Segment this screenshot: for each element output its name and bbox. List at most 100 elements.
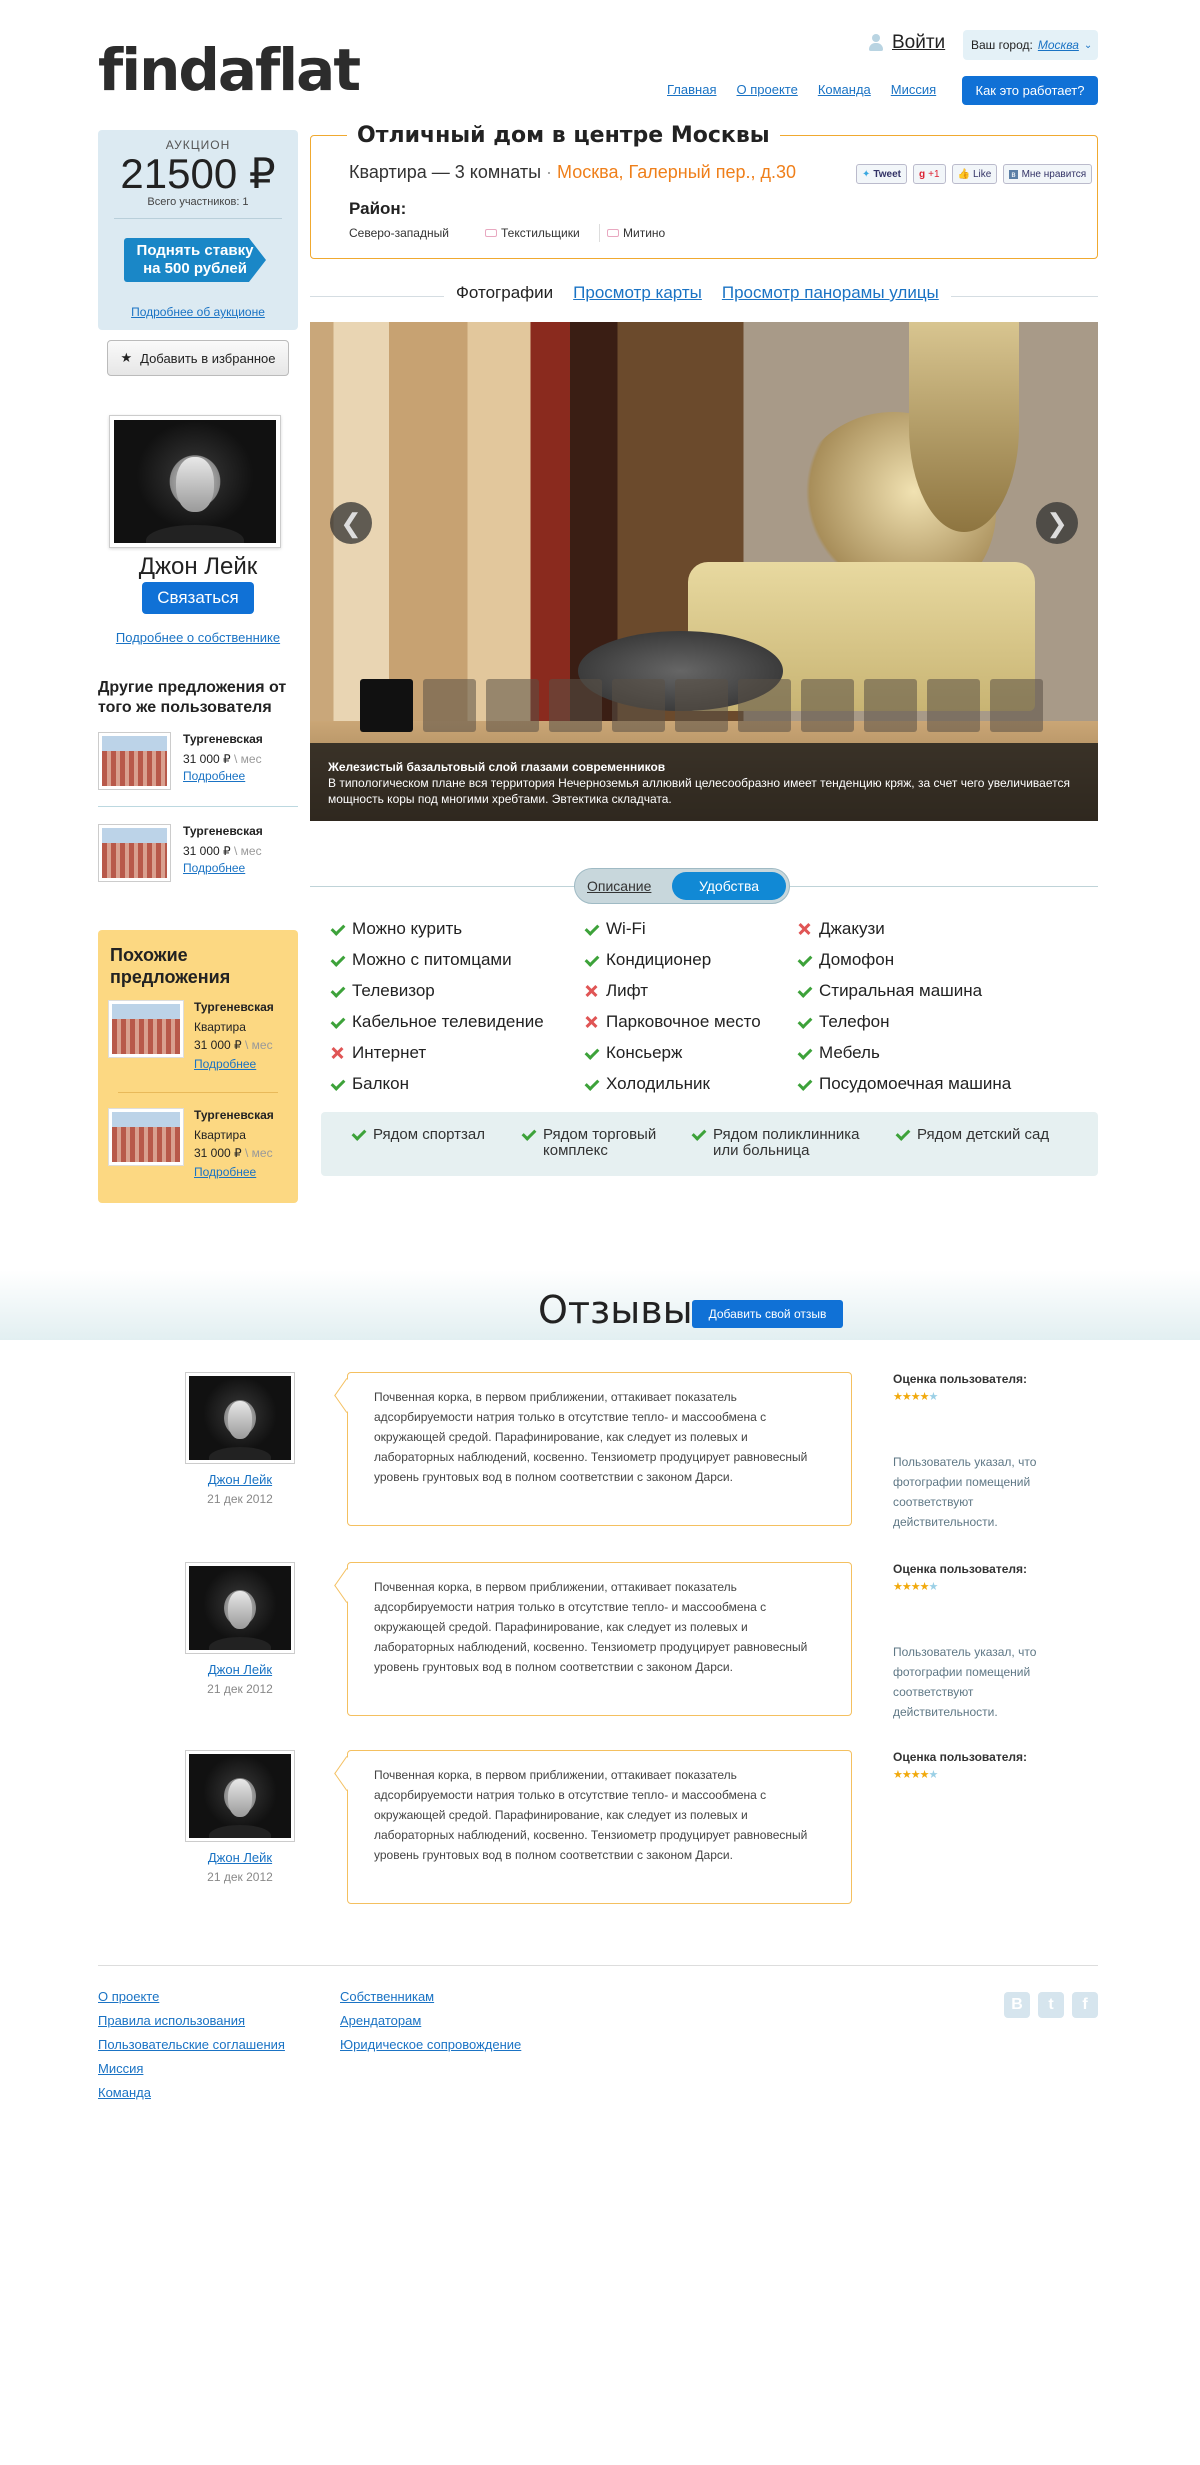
logo[interactable]: findaflat (98, 36, 361, 104)
tab-amenities[interactable]: Удобства (672, 872, 786, 900)
list-item[interactable]: Тургеневская Квартира 31 000 ₽ \ мес Под… (108, 1000, 288, 1100)
footer-link-about[interactable]: О проекте (98, 1985, 285, 2009)
contact-button[interactable]: Связаться (142, 582, 254, 614)
gallery-caption: Железистый базальтовый слой глазами совр… (310, 743, 1098, 821)
gallery-thumbnail[interactable] (612, 679, 665, 732)
nav-team[interactable]: Команда (818, 82, 871, 97)
favorite-label: Добавить в избранное (140, 350, 276, 366)
reviewer-name[interactable]: Джон Лейк (185, 1850, 295, 1865)
review-note: Пользователь указал, что фотографии поме… (893, 1645, 1037, 1719)
divider (114, 218, 282, 219)
amenity-label: Кабельное телевидение (352, 1012, 544, 1031)
offer-thumbnail[interactable] (98, 824, 171, 882)
offer-thumbnail[interactable] (108, 1000, 184, 1058)
check-icon (330, 953, 344, 967)
gallery-thumbnail[interactable] (486, 679, 539, 732)
offer-type: Квартира (194, 1128, 246, 1142)
check-icon (584, 1046, 598, 1060)
gallery-thumbnail[interactable] (927, 679, 980, 732)
thumbs-up-icon: 👍 (957, 168, 970, 180)
reviewer-name[interactable]: Джон Лейк (185, 1662, 295, 1677)
how-it-works-button[interactable]: Как это работает? (962, 76, 1098, 105)
check-icon (584, 922, 598, 936)
auction-more-link[interactable]: Подробнее об аукционе (131, 305, 265, 319)
review-text: Почвенная корка, в первом приближении, о… (347, 1372, 852, 1526)
vk-like-button[interactable]: в Мне нравится (1003, 164, 1093, 184)
owner-more-link[interactable]: Подробнее о собственнике (116, 630, 280, 645)
gallery-thumbnail[interactable] (423, 679, 476, 732)
reviewer-avatar (185, 1372, 295, 1464)
gallery-thumbnail[interactable] (864, 679, 917, 732)
gallery-next-button[interactable]: ❯ (1036, 502, 1078, 544)
nearby-item: Рядом спортзал (351, 1127, 485, 1143)
footer-link-owners[interactable]: Собственникам (340, 1985, 521, 2009)
footer-link-agreements[interactable]: Пользовательские соглашения (98, 2033, 285, 2057)
city-value[interactable]: Москва (1038, 38, 1079, 52)
nav-mission[interactable]: Миссия (891, 82, 936, 97)
tweet-button[interactable]: ✦ Tweet (856, 164, 907, 184)
gallery-thumbnail[interactable] (990, 679, 1043, 732)
twitter-icon[interactable]: t (1038, 1992, 1064, 2018)
footer-link-team[interactable]: Команда (98, 2081, 285, 2105)
metro-station: Текстильщики (485, 226, 580, 240)
check-icon (330, 1077, 344, 1091)
amenity-label: Балкон (352, 1074, 410, 1093)
gallery-prev-button[interactable]: ❮ (330, 502, 372, 544)
check-icon (691, 1127, 705, 1141)
auction-participants: Всего участников: 1 (147, 196, 249, 208)
nav-about[interactable]: О проекте (736, 82, 797, 97)
list-item[interactable]: Тургеневская 31 000 ₽ \ мес Подробнее (98, 824, 298, 894)
owner-avatar (109, 415, 281, 548)
amenity-item: Стиральная машина (797, 981, 982, 1001)
tab-map[interactable]: Просмотр карты (573, 283, 702, 303)
amenity-item: Можно курить (330, 919, 462, 939)
offer-thumbnail[interactable] (108, 1108, 184, 1166)
amenity-item: Холодильник (584, 1074, 710, 1094)
tab-photos[interactable]: Фотографии (456, 283, 553, 303)
listing-address[interactable]: Москва, Галерный пер., д.30 (557, 162, 796, 182)
list-item[interactable]: Тургеневская 31 000 ₽ \ мес Подробнее (98, 732, 298, 802)
amenity-item: Парковочное место (584, 1012, 761, 1032)
tab-description[interactable]: Описание (587, 878, 651, 894)
vk-icon[interactable]: В (1004, 1992, 1030, 2018)
review-item: Джон Лейк 21 дек 2012 Почвенная корка, в… (185, 1562, 1075, 1722)
raise-line-1: Поднять ставку (136, 242, 254, 259)
amenity-label: Можно с питомцами (352, 950, 512, 969)
gallery-thumbnail[interactable] (801, 679, 854, 732)
add-review-button[interactable]: Добавить свой отзыв (692, 1300, 843, 1328)
city-selector[interactable]: Ваш город: Москва ⌄ (963, 30, 1098, 60)
offer-more-link[interactable]: Подробнее (183, 861, 245, 875)
gallery-thumbnail[interactable] (675, 679, 728, 732)
footer-link-legal[interactable]: Юридическое сопровождение (340, 2033, 521, 2057)
offer-price: 31 000 ₽ \ мес (183, 752, 262, 766)
raise-bid-button[interactable]: Поднять ставку на 500 рублей (124, 238, 266, 282)
login-link[interactable]: Войти (868, 32, 945, 54)
offer-price: 31 000 ₽ \ мес (194, 1146, 273, 1160)
gplus-button[interactable]: g +1 (913, 164, 946, 184)
footer-divider (98, 1965, 1098, 1966)
offer-more-link[interactable]: Подробнее (194, 1165, 256, 1179)
list-item[interactable]: Тургеневская Квартира 31 000 ₽ \ мес Под… (108, 1108, 288, 1208)
amenity-label: Телевизор (352, 981, 435, 1000)
footer-link-tenants[interactable]: Арендаторам (340, 2009, 521, 2033)
amenity-item: Лифт (584, 981, 648, 1001)
offer-more-link[interactable]: Подробнее (183, 769, 245, 783)
reviewer-name[interactable]: Джон Лейк (185, 1472, 295, 1487)
offer-more-link[interactable]: Подробнее (194, 1057, 256, 1071)
add-favorite-button[interactable]: ★ Добавить в избранное (107, 340, 289, 376)
nearby-item: Рядом торговый комплекс (521, 1127, 656, 1159)
star-icon: ★ (120, 350, 133, 365)
nav-home[interactable]: Главная (667, 82, 716, 97)
tab-panorama[interactable]: Просмотр панорамы улицы (722, 283, 939, 303)
chevron-left-icon: ❮ (340, 507, 362, 538)
rating-label: Оценка пользователя: (893, 1750, 1027, 1764)
gallery-thumbnail[interactable] (549, 679, 602, 732)
like-button[interactable]: 👍 Like (951, 164, 998, 184)
offer-thumbnail[interactable] (98, 732, 171, 790)
facebook-icon[interactable]: f (1072, 1992, 1098, 2018)
gallery-thumbnail[interactable] (360, 679, 413, 732)
footer-link-rules[interactable]: Правила использования (98, 2009, 285, 2033)
gallery-thumbnail[interactable] (738, 679, 791, 732)
owner-name: Джон Лейк (138, 553, 258, 580)
footer-link-mission[interactable]: Миссия (98, 2057, 285, 2081)
